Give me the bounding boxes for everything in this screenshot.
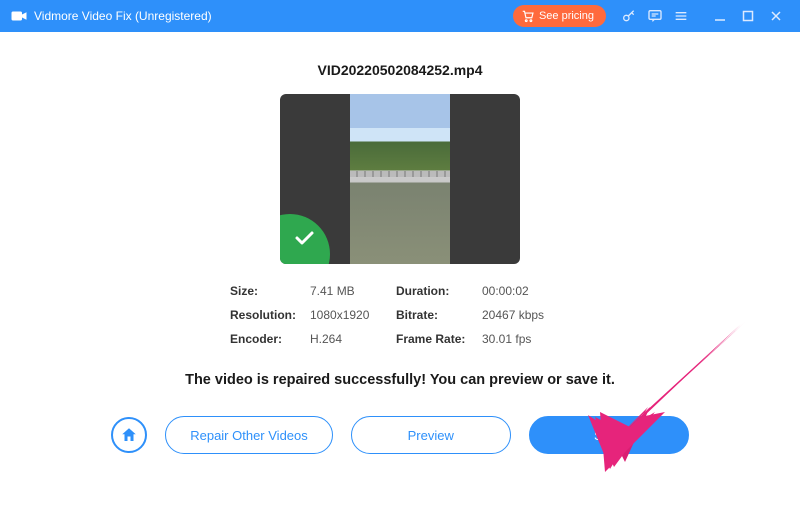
framerate-value: 30.01 fps <box>482 332 568 346</box>
encoder-label: Encoder: <box>230 332 310 346</box>
repair-other-label: Repair Other Videos <box>190 428 308 443</box>
see-pricing-label: See pricing <box>539 10 594 22</box>
app-logo-icon <box>10 7 28 25</box>
main-content: VID20220502084252.mp4 Size: 7.41 MB Dura… <box>0 32 800 454</box>
resolution-value: 1080x1920 <box>310 308 396 322</box>
size-label: Size: <box>230 284 310 298</box>
maximize-button[interactable] <box>734 2 762 30</box>
video-metadata: Size: 7.41 MB Duration: 00:00:02 Resolut… <box>230 284 570 346</box>
save-label: Save <box>594 428 624 443</box>
home-button[interactable] <box>111 417 147 453</box>
duration-value: 00:00:02 <box>482 284 568 298</box>
bitrate-value: 20467 kbps <box>482 308 568 322</box>
video-frame-preview <box>350 94 450 264</box>
checkmark-icon <box>292 226 316 250</box>
preview-button[interactable]: Preview <box>351 416 511 454</box>
see-pricing-button[interactable]: See pricing <box>513 5 606 27</box>
framerate-label: Frame Rate: <box>396 332 482 346</box>
close-button[interactable] <box>762 2 790 30</box>
size-value: 7.41 MB <box>310 284 396 298</box>
feedback-icon[interactable] <box>642 3 668 29</box>
preview-label: Preview <box>408 428 454 443</box>
success-badge <box>280 214 330 264</box>
cart-icon <box>521 9 535 23</box>
video-thumbnail[interactable] <box>280 94 520 264</box>
window-controls <box>706 2 790 30</box>
action-bar: Repair Other Videos Preview Save <box>0 416 800 454</box>
home-icon <box>120 426 138 444</box>
success-message: The video is repaired successfully! You … <box>0 372 800 388</box>
duration-label: Duration: <box>396 284 482 298</box>
resolution-label: Resolution: <box>230 308 310 322</box>
titlebar: Vidmore Video Fix (Unregistered) See pri… <box>0 0 800 32</box>
encoder-value: H.264 <box>310 332 396 346</box>
bitrate-label: Bitrate: <box>396 308 482 322</box>
menu-icon[interactable] <box>668 3 694 29</box>
key-icon[interactable] <box>616 3 642 29</box>
repair-other-button[interactable]: Repair Other Videos <box>165 416 333 454</box>
app-title: Vidmore Video Fix (Unregistered) <box>34 9 212 23</box>
save-button[interactable]: Save <box>529 416 689 454</box>
filename-label: VID20220502084252.mp4 <box>0 62 800 78</box>
minimize-button[interactable] <box>706 2 734 30</box>
